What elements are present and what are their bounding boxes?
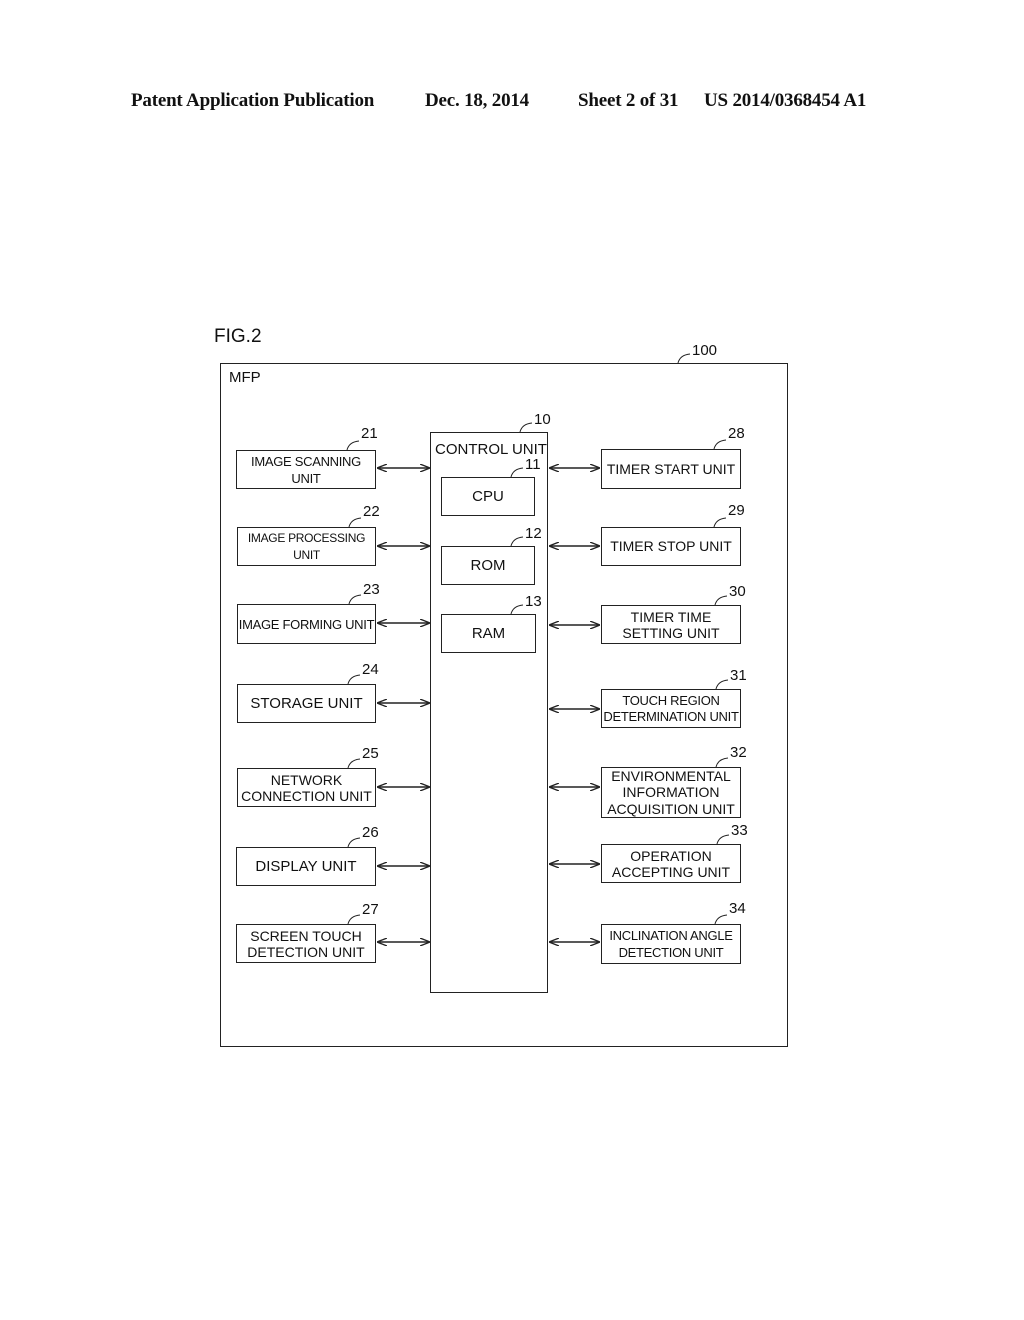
ref-33: 33	[731, 822, 748, 839]
control-unit-box	[430, 432, 548, 993]
mfp-label: MFP	[229, 369, 261, 386]
timer-time-setting-unit: TIMER TIME SETTING UNIT	[601, 605, 741, 644]
ref-28: 28	[728, 425, 745, 442]
ref-11: 11	[525, 456, 541, 473]
ref-29: 29	[728, 502, 745, 519]
image-processing-unit: IMAGE PROCESSING UNIT	[237, 527, 376, 566]
screen-touch-detection-unit: SCREEN TOUCH DETECTION UNIT	[236, 924, 376, 963]
ref-24: 24	[362, 661, 379, 678]
image-forming-unit: IMAGE FORMING UNIT	[237, 604, 376, 644]
inclination-angle-detection-unit: INCLINATION ANGLE DETECTION UNIT	[601, 924, 741, 964]
environmental-information-acquisition-unit: ENVIRONMENTAL INFORMATION ACQUISITION UN…	[601, 767, 741, 818]
touch-region-determination-unit: TOUCH REGION DETERMINATION UNIT	[601, 689, 741, 728]
ref-22: 22	[363, 503, 380, 520]
ref-30: 30	[729, 583, 746, 600]
cpu-box: CPU	[441, 477, 535, 516]
ref-31: 31	[730, 667, 747, 684]
display-unit: DISPLAY UNIT	[236, 847, 376, 886]
ref-100: 100	[692, 342, 718, 359]
ref-32: 32	[730, 744, 747, 761]
ref-25: 25	[362, 745, 379, 762]
storage-unit: STORAGE UNIT	[237, 684, 376, 723]
rom-box: ROM	[441, 546, 535, 585]
ref-10: 10	[534, 411, 551, 428]
image-scanning-unit: IMAGE SCANNING UNIT	[236, 450, 376, 489]
timer-stop-unit: TIMER STOP UNIT	[601, 527, 741, 566]
ref-34: 34	[729, 900, 746, 917]
timer-start-unit: TIMER START UNIT	[601, 449, 741, 489]
ref-27: 27	[362, 901, 379, 918]
network-connection-unit: NETWORK CONNECTION UNIT	[237, 768, 376, 807]
operation-accepting-unit: OPERATION ACCEPTING UNIT	[601, 844, 741, 883]
ref-13: 13	[525, 593, 542, 610]
ref-21: 21	[361, 425, 378, 442]
ref-23: 23	[363, 581, 380, 598]
ref-26: 26	[362, 824, 379, 841]
leader-100	[677, 353, 691, 364]
ref-12: 12	[525, 525, 542, 542]
ram-box: RAM	[441, 614, 536, 653]
